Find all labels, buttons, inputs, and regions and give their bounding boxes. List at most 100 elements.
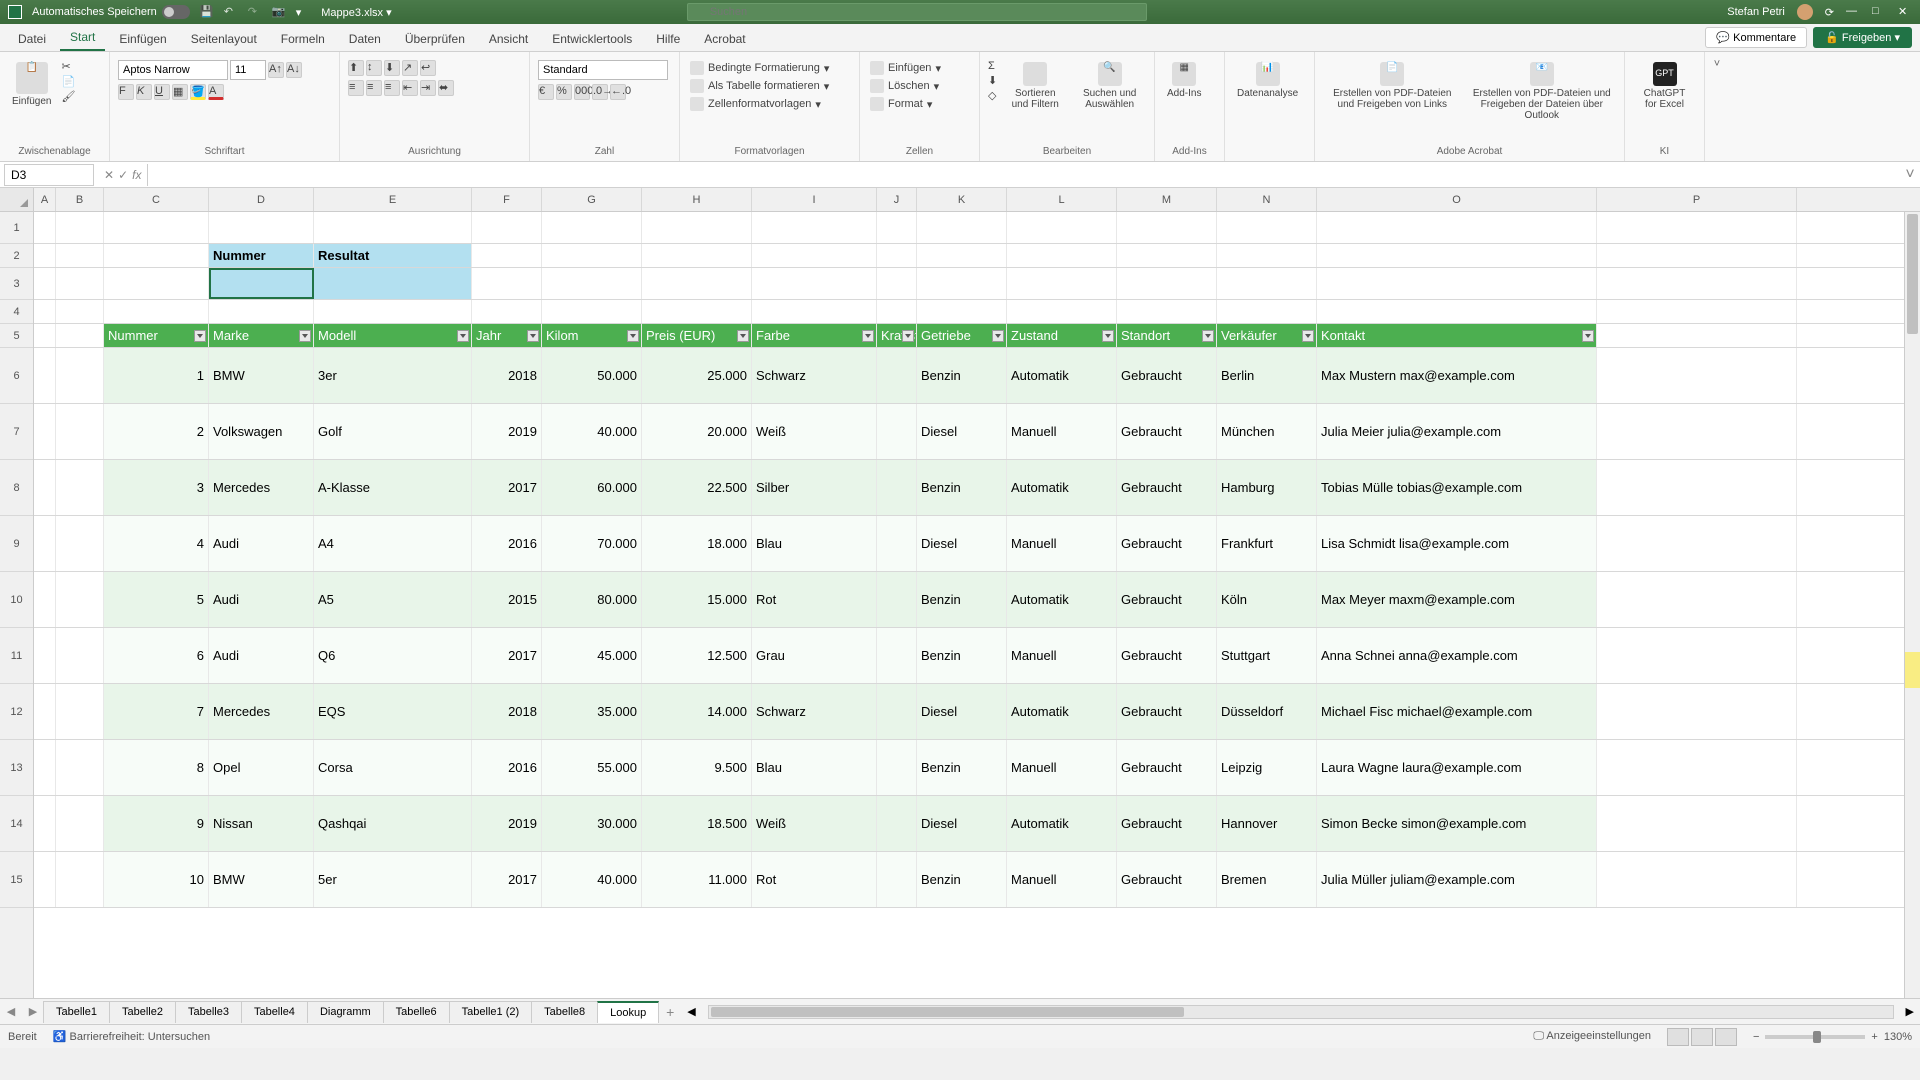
view-page-layout-icon[interactable]: [1691, 1028, 1713, 1046]
cell[interactable]: [1007, 268, 1117, 299]
filter-icon[interactable]: [457, 330, 469, 342]
cell[interactable]: 9: [104, 796, 209, 851]
colhead-K[interactable]: K: [917, 188, 1007, 211]
cell[interactable]: Schwarz: [752, 348, 877, 403]
sheet-tab[interactable]: Tabelle8: [531, 1001, 598, 1023]
cell[interactable]: Anna Schnei anna@example.com: [1317, 628, 1597, 683]
avatar[interactable]: [1797, 4, 1813, 20]
horizontal-scrollbar[interactable]: [708, 1005, 1894, 1019]
insert-cells-button[interactable]: Einfügen ▾: [868, 60, 943, 76]
cell[interactable]: [209, 268, 314, 299]
cell[interactable]: [209, 300, 314, 323]
cell[interactable]: Diesel: [917, 516, 1007, 571]
cell[interactable]: Manuell: [1007, 516, 1117, 571]
cell[interactable]: [642, 212, 752, 243]
cell[interactable]: Q6: [314, 628, 472, 683]
cell[interactable]: [1217, 268, 1317, 299]
table-header[interactable]: Kontakt: [1317, 324, 1597, 347]
colhead-J[interactable]: J: [877, 188, 917, 211]
cell[interactable]: [1117, 244, 1217, 267]
cell[interactable]: [104, 268, 209, 299]
underline-icon[interactable]: U: [154, 84, 170, 100]
currency-icon[interactable]: €: [538, 84, 554, 100]
find-select-button[interactable]: 🔍Suchen und Auswählen: [1073, 60, 1146, 112]
rowhead-12[interactable]: 12: [0, 684, 33, 740]
fill-color-icon[interactable]: 🪣: [190, 84, 206, 100]
conditional-formatting-button[interactable]: Bedingte Formatierung ▾: [688, 60, 831, 76]
cell[interactable]: [56, 796, 104, 851]
formula-expand-icon[interactable]: ˅: [1900, 166, 1920, 184]
cell[interactable]: [877, 572, 917, 627]
rowhead-2[interactable]: 2: [0, 244, 33, 268]
sheet-tab[interactable]: Tabelle6: [383, 1001, 450, 1023]
search-box[interactable]: [687, 3, 1147, 21]
cell[interactable]: 4: [104, 516, 209, 571]
percent-icon[interactable]: %: [556, 84, 572, 100]
rowhead-3[interactable]: 3: [0, 268, 33, 300]
table-header[interactable]: Preis (EUR): [642, 324, 752, 347]
colhead-D[interactable]: D: [209, 188, 314, 211]
filter-icon[interactable]: [862, 330, 874, 342]
colhead-I[interactable]: I: [752, 188, 877, 211]
cell[interactable]: 10: [104, 852, 209, 907]
cell[interactable]: [642, 268, 752, 299]
rowhead-10[interactable]: 10: [0, 572, 33, 628]
cell[interactable]: [1007, 300, 1117, 323]
cell[interactable]: Automatik: [1007, 796, 1117, 851]
cell[interactable]: [314, 268, 472, 299]
cell[interactable]: [1597, 348, 1797, 403]
scrollbar-thumb[interactable]: [1907, 214, 1918, 334]
cell[interactable]: Frankfurt: [1217, 516, 1317, 571]
cell[interactable]: Diesel: [917, 684, 1007, 739]
cell[interactable]: Nummer: [209, 244, 314, 267]
cell[interactable]: [917, 212, 1007, 243]
increase-decimal-icon[interactable]: .0→: [592, 84, 608, 100]
cell[interactable]: Benzin: [917, 628, 1007, 683]
cell[interactable]: [752, 268, 877, 299]
zoom-thumb[interactable]: [1813, 1031, 1821, 1043]
cell[interactable]: 2018: [472, 684, 542, 739]
cell[interactable]: [752, 244, 877, 267]
filter-icon[interactable]: [902, 330, 914, 342]
cell[interactable]: [542, 244, 642, 267]
minimize-icon[interactable]: —: [1846, 5, 1860, 19]
cell[interactable]: [1317, 268, 1597, 299]
comments-button[interactable]: 💬 Kommentare: [1705, 27, 1807, 48]
align-top-icon[interactable]: ⬆: [348, 60, 364, 76]
cell[interactable]: Automatik: [1007, 460, 1117, 515]
cell[interactable]: [1317, 244, 1597, 267]
cell[interactable]: [877, 628, 917, 683]
search-input[interactable]: [687, 3, 1147, 21]
cell[interactable]: [877, 796, 917, 851]
cell[interactable]: 3: [104, 460, 209, 515]
cell[interactable]: [56, 268, 104, 299]
cell[interactable]: 40.000: [542, 852, 642, 907]
cell[interactable]: [1217, 212, 1317, 243]
delete-cells-button[interactable]: Löschen ▾: [868, 78, 943, 94]
italic-icon[interactable]: K: [136, 84, 152, 100]
cell[interactable]: [56, 516, 104, 571]
cell[interactable]: [34, 628, 56, 683]
cell[interactable]: [1217, 244, 1317, 267]
rowhead-1[interactable]: 1: [0, 212, 33, 244]
cell[interactable]: [56, 684, 104, 739]
colhead-E[interactable]: E: [314, 188, 472, 211]
cell[interactable]: Gebraucht: [1117, 740, 1217, 795]
paste-button[interactable]: 📋Einfügen: [8, 60, 55, 109]
cell[interactable]: Rot: [752, 572, 877, 627]
cell[interactable]: 1: [104, 348, 209, 403]
font-name-combo[interactable]: [118, 60, 228, 80]
filter-icon[interactable]: [1202, 330, 1214, 342]
cell[interactable]: Mercedes: [209, 684, 314, 739]
cell[interactable]: [542, 300, 642, 323]
sync-icon[interactable]: ⟳: [1825, 6, 1834, 19]
hscroll-thumb[interactable]: [711, 1007, 1185, 1017]
cell[interactable]: 9.500: [642, 740, 752, 795]
cell[interactable]: [56, 740, 104, 795]
cell[interactable]: Simon Becke simon@example.com: [1317, 796, 1597, 851]
cell[interactable]: EQS: [314, 684, 472, 739]
format-cells-button[interactable]: Format ▾: [868, 96, 943, 112]
bold-icon[interactable]: F: [118, 84, 134, 100]
cell[interactable]: Benzin: [917, 572, 1007, 627]
cell[interactable]: Golf: [314, 404, 472, 459]
